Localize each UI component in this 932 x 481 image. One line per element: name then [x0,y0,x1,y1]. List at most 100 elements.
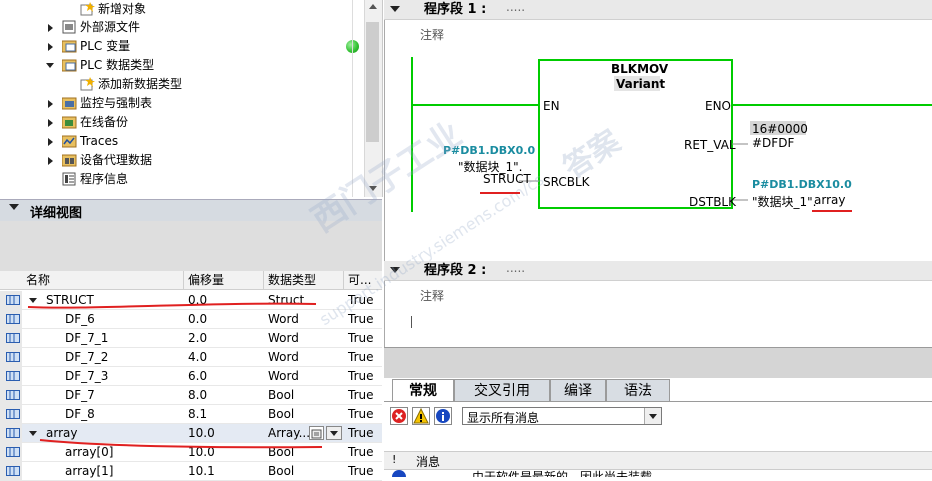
cell-name: array[1] [65,464,114,478]
network-2-title: 程序段 2 : [424,263,487,278]
tree-item-add-object[interactable]: 新增对象 [0,0,352,19]
message-filter-select[interactable]: 显示所有消息 [462,407,662,425]
tree-item-label: PLC 数据类型 [80,58,155,72]
network-1-header[interactable]: 程序段 1 : ..... [384,0,932,20]
cell-retain: True [348,331,374,345]
array-edit-button[interactable] [309,426,324,440]
add-object-icon [80,2,95,16]
dst-address: P#DB1.DBX10.0 [752,178,852,191]
scroll-up-icon[interactable] [369,4,377,9]
tab-cross-reference[interactable]: 交叉引用 [454,379,550,401]
tree-item-watch-table[interactable]: 监控与强制表 [0,94,352,113]
tree-item-traces[interactable]: Traces [0,132,352,151]
table-row[interactable]: DF_7 8.0 Bool True [0,386,382,405]
table-row[interactable]: DF_8 8.1 Bool True [0,405,382,424]
tree-scroll-thumb[interactable] [366,22,379,142]
cell-retain: True [348,445,374,459]
db-member-icon [6,295,20,305]
traces-icon [61,134,77,148]
db-member-icon [6,333,20,343]
dropdown-arrow-icon[interactable] [644,408,661,424]
expand-arrow-icon[interactable] [48,100,53,108]
db-member-icon [6,390,20,400]
dst-member[interactable]: array [814,193,845,207]
db-member-icon [6,428,20,438]
table-row[interactable]: array[0] 10.0 Bool True [0,443,382,462]
column-header-name[interactable]: 名称 [0,271,184,290]
expand-arrow-icon[interactable] [48,119,53,127]
db-member-icon [6,352,20,362]
tree-item-label: Traces [80,134,119,148]
info-filter-button[interactable] [434,407,452,425]
message-column-header[interactable]: 消息 [416,453,440,470]
datatype-dropdown-icon[interactable] [326,426,342,440]
collapse-arrow-icon[interactable] [46,63,54,68]
table-row[interactable]: array[1] 10.1 Bool True [0,462,382,481]
db-member-icon [6,409,20,419]
table-row[interactable]: DF_7_2 4.0 Word True [0,348,382,367]
error-icon [392,409,406,423]
message-row[interactable]: 由于软件是最新的，因此尚未装载。 [384,469,932,477]
collapse-chevron-icon[interactable] [9,204,19,210]
expand-arrow-icon[interactable] [48,43,53,51]
tree-item-label: 添加新数据类型 [98,77,183,91]
cell-retain: True [348,426,374,440]
tree-item-add-datatype[interactable]: 添加新数据类型 [0,75,352,94]
network-2-header[interactable]: 程序段 2 : ..... [384,261,932,281]
network-1-comment[interactable]: 注释 [420,26,444,43]
tree-item-device-proxy[interactable]: 设备代理数据 [0,151,352,170]
cell-datatype: Bool [268,407,295,421]
ret-tag[interactable]: #DFDF [752,136,794,150]
column-header-offset[interactable]: 偏移量 [184,271,264,290]
cell-name: DF_7 [65,388,95,402]
expand-arrow-icon[interactable] [48,24,53,32]
network-1-title: 程序段 1 : [424,2,487,17]
error-filter-button[interactable] [390,407,408,425]
network-2-dots: ..... [506,261,526,275]
dst-db-name[interactable]: "数据块_1". [752,193,817,210]
expand-arrow-icon[interactable] [48,157,53,165]
tree-item-label: 新增对象 [98,2,147,16]
external-source-icon [62,20,77,34]
network-1-dots: ..... [506,0,526,14]
network-2-comment[interactable]: 注释 [420,287,444,304]
tab-general[interactable]: 常规 [392,379,454,401]
tree-item-label: 程序信息 [80,172,129,186]
warning-filter-button[interactable] [412,407,430,425]
cell-offset: 8.1 [188,407,208,421]
cell-offset: 10.0 [188,426,215,440]
tree-item-plc-tags[interactable]: PLC 变量 [0,37,359,56]
collapse-arrow-icon[interactable] [29,298,37,303]
text-cursor [411,316,412,328]
table-row[interactable]: DF_7_3 6.0 Word True [0,367,382,386]
column-header-datatype[interactable]: 数据类型 [264,271,344,290]
inspector-splitter[interactable] [384,347,932,378]
ret-value: 16#0000 [752,122,808,136]
pin-en: EN [543,99,560,113]
tree-item-external-source[interactable]: 外部源文件 [0,18,352,37]
cell-datatype: Word [268,312,299,326]
block-subtype: Variant [616,77,666,91]
pin-ret-val: RET_VAL [684,138,736,152]
table-row[interactable]: DF_7_1 2.0 Word True [0,329,382,348]
cell-offset: 0.0 [188,293,208,307]
plc-tags-icon [61,39,77,53]
tab-compile[interactable]: 编译 [550,379,606,401]
cell-offset: 10.0 [188,445,215,459]
collapse-chevron-icon[interactable] [390,6,400,12]
collapse-arrow-icon[interactable] [29,431,37,436]
cell-offset: 4.0 [188,350,208,364]
db-member-icon [6,314,20,324]
message-text: 由于软件是最新的，因此尚未装载。 [472,470,665,477]
tree-item-plc-datatype[interactable]: PLC 数据类型 [0,56,352,75]
table-row[interactable]: array 10.0 Array... True [0,424,382,443]
tree-item-program-info[interactable]: 程序信息 [0,170,352,189]
expand-arrow-icon[interactable] [48,138,53,146]
cell-name: DF_6 [65,312,95,326]
tree-item-online-backup[interactable]: 在线备份 [0,113,352,132]
cell-datatype: Word [268,350,299,364]
tab-syntax[interactable]: 语法 [606,379,670,401]
info-icon [436,409,450,423]
cell-name: array[0] [65,445,114,459]
tree-item-label: 设备代理数据 [80,153,153,167]
